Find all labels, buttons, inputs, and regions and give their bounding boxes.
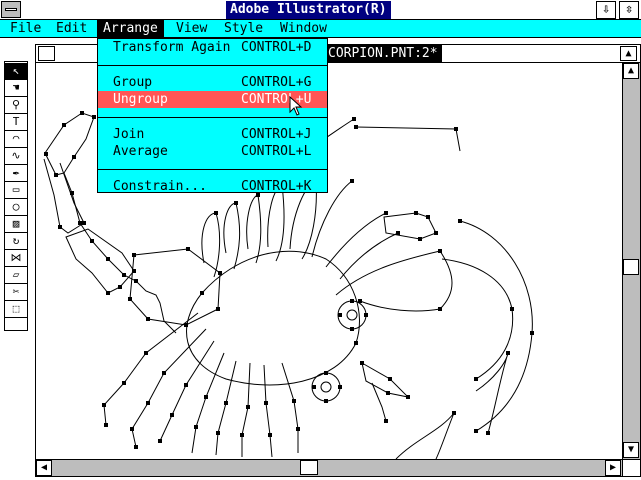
- document-maximize-button[interactable]: ▲: [620, 46, 637, 61]
- menu-item-average[interactable]: Average CONTROL+L: [98, 143, 327, 160]
- app-title: Adobe Illustrator(R): [226, 1, 391, 19]
- menu-item-join[interactable]: Join CONTROL+J: [98, 126, 327, 143]
- menu-item-shortcut: CONTROL+L: [241, 144, 312, 159]
- hand-tool[interactable]: ☚: [5, 80, 27, 97]
- menu-file[interactable]: File: [4, 20, 47, 38]
- rotate-tool-icon: ↻: [12, 234, 20, 247]
- pen-tool[interactable]: ✒: [5, 165, 27, 182]
- menu-item-label: Ungroup: [113, 92, 168, 107]
- menu-item-shortcut: CONTROL+D: [241, 40, 312, 55]
- horizontal-scrollbar[interactable]: ◀ ▶: [36, 459, 622, 476]
- blend-tool-icon: ▨: [12, 217, 20, 230]
- rotate-tool[interactable]: ↻: [5, 233, 27, 250]
- vertical-scrollbar[interactable]: ▲ ▼: [622, 63, 640, 459]
- zoom-tool-icon: ⚲: [11, 98, 21, 111]
- menu-item-label: Group: [113, 75, 153, 90]
- ellipse-tool[interactable]: ◯: [5, 199, 27, 216]
- reflect-tool-icon: ⋈: [10, 251, 22, 264]
- rectangle-tool[interactable]: ▭: [5, 182, 27, 199]
- ellipse-tool-icon: ◯: [12, 200, 20, 213]
- scroll-down-arrow-icon[interactable]: ▼: [623, 442, 639, 458]
- menu-item-shortcut: CONTROL+G: [241, 75, 312, 90]
- system-menu-icon: [5, 8, 17, 11]
- oval-tool-icon: ◠: [12, 132, 20, 145]
- menu-edit[interactable]: Edit: [50, 20, 93, 38]
- page-tool-icon: ⬚: [12, 302, 20, 315]
- menu-style[interactable]: Style: [218, 20, 269, 38]
- minimize-button[interactable]: ⇩: [596, 1, 616, 19]
- freehand-tool[interactable]: ∿: [5, 148, 27, 165]
- toolbox: ↖ ☚ ⚲ T ◠ ∿ ✒ ▭ ◯ ▨ ↻ ⋈ ▱ ✂ ⬚: [4, 61, 28, 331]
- system-menu-button[interactable]: [1, 1, 21, 18]
- menu-arrange[interactable]: Arrange: [97, 20, 164, 38]
- mouse-pointer-icon: [289, 96, 303, 116]
- vertical-scroll-thumb[interactable]: [623, 259, 639, 275]
- app-title-bar: Adobe Illustrator(R) ⇩ ⇳: [0, 0, 641, 20]
- menu-item-transform-again[interactable]: Transform Again CONTROL+D: [98, 39, 327, 56]
- menu-separator: [98, 65, 327, 66]
- type-tool-icon: T: [12, 115, 20, 128]
- page-tool[interactable]: ⬚: [5, 301, 27, 318]
- menu-item-group[interactable]: Group CONTROL+G: [98, 74, 327, 91]
- menu-separator: [98, 169, 327, 170]
- menu-item-label: Join: [113, 127, 145, 142]
- pen-tool-icon: ✒: [12, 166, 20, 179]
- shear-tool[interactable]: ▱: [5, 267, 27, 284]
- rectangle-tool-icon: ▭: [12, 183, 20, 196]
- shear-tool-icon: ▱: [12, 268, 20, 281]
- claw-outline: [44, 112, 95, 176]
- scroll-right-arrow-icon[interactable]: ▶: [605, 460, 621, 476]
- freehand-tool-icon: ∿: [11, 149, 21, 162]
- scissors-tool[interactable]: ✂: [5, 284, 27, 301]
- scroll-corner: [622, 459, 640, 476]
- oval-tool[interactable]: ◠: [5, 131, 27, 148]
- scissors-tool-icon: ✂: [12, 285, 20, 298]
- menu-bar: File Edit Arrange View Style Window: [0, 20, 641, 38]
- menu-item-shortcut: CONTROL+K: [241, 179, 312, 194]
- menu-separator: [98, 117, 327, 118]
- selection-tool[interactable]: ↖: [5, 63, 27, 80]
- blend-tool[interactable]: ▨: [5, 216, 27, 233]
- menu-item-constrain[interactable]: Constrain... CONTROL+K: [98, 178, 327, 195]
- menu-item-shortcut: CONTROL+J: [241, 127, 312, 142]
- document-system-menu-button[interactable]: [38, 46, 55, 61]
- selection-tool-icon: ↖: [12, 64, 20, 77]
- reflect-tool[interactable]: ⋈: [5, 250, 27, 267]
- menu-view[interactable]: View: [170, 20, 213, 38]
- hand-tool-icon: ☚: [12, 81, 20, 94]
- scroll-up-arrow-icon[interactable]: ▲: [623, 63, 639, 79]
- menu-item-label: Constrain...: [113, 179, 207, 194]
- restore-button[interactable]: ⇳: [619, 1, 639, 19]
- menu-window[interactable]: Window: [274, 20, 333, 38]
- menu-item-label: Transform Again: [113, 40, 231, 55]
- horizontal-scroll-thumb[interactable]: [300, 460, 318, 475]
- type-tool[interactable]: T: [5, 114, 27, 131]
- document-title: CORPION.PNT:2*: [324, 45, 442, 62]
- menu-item-label: Average: [113, 144, 168, 159]
- zoom-tool[interactable]: ⚲: [5, 97, 27, 114]
- scroll-left-arrow-icon[interactable]: ◀: [36, 460, 52, 476]
